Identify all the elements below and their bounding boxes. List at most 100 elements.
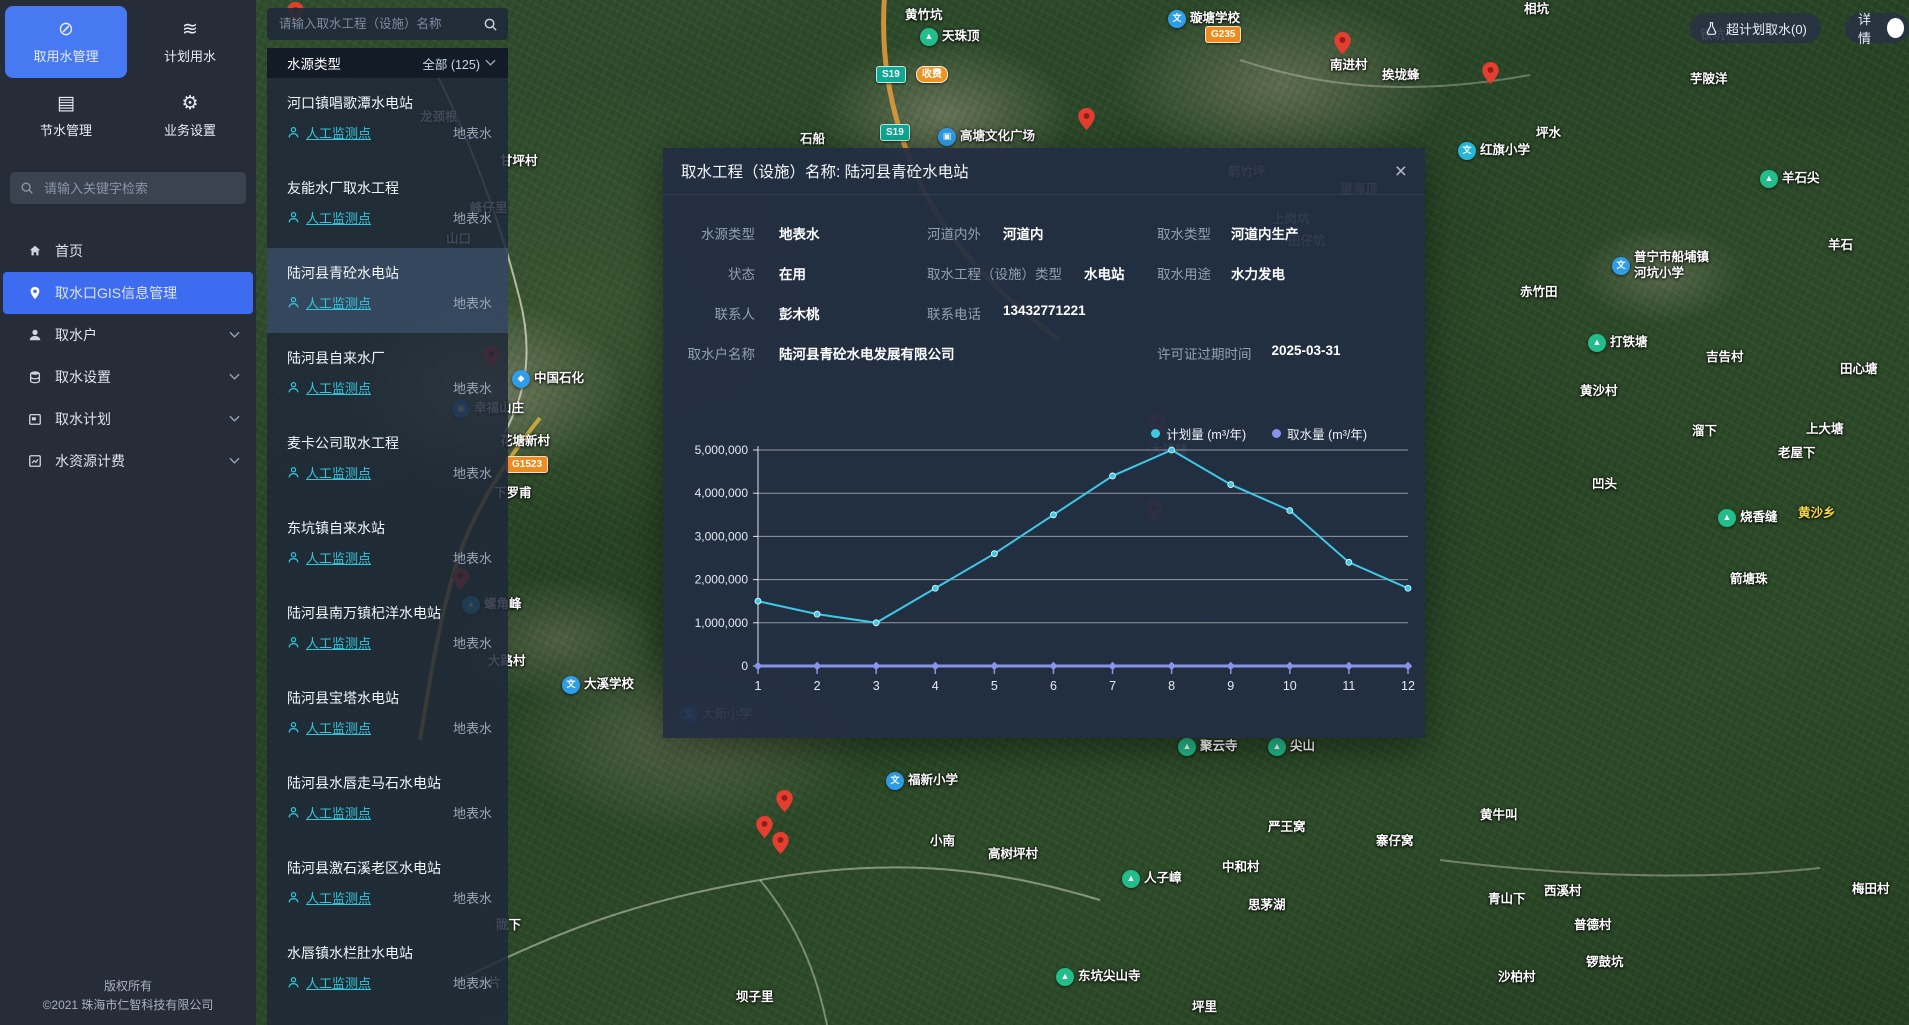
monitor-type-link[interactable]: 人工监测点 <box>306 463 371 482</box>
map-label-text: 普德村 <box>1574 918 1612 934</box>
monitor-type-link[interactable]: 人工监测点 <box>306 123 371 142</box>
school-icon: 文 <box>1612 257 1630 275</box>
sidebar: ⊘ 取用水管理 ≋计划用水▤节水管理⚙业务设置 首页取水口GIS信息管理取水户取水设… <box>0 0 256 1025</box>
station-list-item[interactable]: 陆河县南万镇杞洋水电站人工监测点地表水 <box>267 588 508 673</box>
module-tile-3[interactable]: ▤节水管理 <box>5 80 127 152</box>
sidebar-item-label: 取水计划 <box>55 409 111 429</box>
map-label: 坪水 <box>1536 126 1561 142</box>
water-source-type: 地表水 <box>453 548 494 567</box>
over-plan-alert-pill[interactable]: 超计划取水(0) <box>1690 13 1821 43</box>
field-label: 状态 <box>663 263 755 283</box>
monitor-type-link[interactable]: 人工监测点 <box>306 208 371 227</box>
map-label-text: 坪水 <box>1536 126 1561 142</box>
map-label: 文红旗小学 <box>1458 142 1530 160</box>
field-value: 河道内生产 <box>1231 223 1299 243</box>
monitor-type-link[interactable]: 人工监测点 <box>306 718 371 737</box>
sidebar-item-1[interactable]: 首页 <box>0 230 256 272</box>
map-label-text: 箭塘珠 <box>1730 572 1768 588</box>
monitor-type-link[interactable]: 人工监测点 <box>306 293 371 312</box>
monitor-type-link[interactable]: 人工监测点 <box>306 378 371 397</box>
calendar-icon <box>27 412 42 426</box>
red-pin-icon[interactable] <box>1334 32 1351 54</box>
map-label-text: 东坑尖山寺 <box>1078 969 1141 985</box>
chevron-down-icon <box>485 59 496 67</box>
station-name: 陆河县青砼水电站 <box>287 263 494 283</box>
field-value: 13432771221 <box>1003 303 1086 323</box>
red-pin-icon[interactable] <box>756 816 773 838</box>
source-type-filter[interactable]: 全部 (125) <box>422 54 496 73</box>
map-label: 挨垅蜂 <box>1382 68 1420 84</box>
station-list-item[interactable]: 陆河县宝塔水电站人工监测点地表水 <box>267 673 508 758</box>
school-icon: 文 <box>886 772 904 790</box>
filter-label: 水源类型 <box>287 53 341 73</box>
station-list-item[interactable]: 友能水厂取水工程人工监测点地表水 <box>267 163 508 248</box>
station-list-item[interactable]: 水唇镇水栏肚水电站人工监测点地表水 <box>267 928 508 1013</box>
map-label: 高树坪村 <box>988 847 1038 863</box>
person-monitor-icon <box>287 891 300 904</box>
station-list-item[interactable]: 陆河县激石溪老区水电站人工监测点地表水 <box>267 843 508 928</box>
station-list-item[interactable]: 陆河县水唇走马石水电站人工监测点地表水 <box>267 758 508 843</box>
station-list-item[interactable]: 麦卡公司取水工程人工监测点地表水 <box>267 418 508 503</box>
field-value: 2025-03-31 <box>1272 343 1341 363</box>
keyword-search-input[interactable] <box>42 180 236 197</box>
sidebar-item-3[interactable]: 取水户 <box>0 314 256 356</box>
map-label: ▲尖山 <box>1268 738 1315 756</box>
map-label-text: 普宁市船埔镇 河坑小学 <box>1634 250 1709 281</box>
red-pin-icon[interactable] <box>1078 108 1095 130</box>
monitor-type-link[interactable]: 人工监测点 <box>306 548 371 567</box>
dashboard-icon: ⊘ <box>58 20 74 39</box>
person-monitor-icon <box>287 466 300 479</box>
road-badge: 收费 <box>916 66 948 83</box>
map-label: ▲东坑尖山寺 <box>1056 968 1141 986</box>
person-monitor-icon <box>287 126 300 139</box>
legend-dot <box>1151 429 1160 438</box>
map-label-text: 西溪村 <box>1544 884 1582 900</box>
map-label-text: 璇塘学校 <box>1190 11 1240 27</box>
field-row: 状态在用取水工程（设施）类型水电站取水用途水力发电 <box>663 263 1425 303</box>
sidebar-item-4[interactable]: 取水设置 <box>0 356 256 398</box>
toggle-knob[interactable] <box>1887 18 1904 38</box>
module-tile-1[interactable]: ⊘ 取用水管理 <box>5 6 127 78</box>
sidebar-item-label: 取水户 <box>55 325 97 345</box>
station-list-item[interactable]: 陆河县青砼水电站人工监测点 地表水 <box>267 248 508 333</box>
sidebar-item-2[interactable]: 取水口GIS信息管理 <box>3 272 253 314</box>
monitor-type-link[interactable]: 人工监测点 <box>306 888 371 907</box>
keyword-search[interactable] <box>10 172 246 204</box>
field-label: 许可证过期时间 <box>1157 343 1252 363</box>
station-list-item[interactable]: 陆河县自来水厂人工监测点地表水 <box>267 333 508 418</box>
map-label-text: 凹头 <box>1592 477 1617 493</box>
user-icon <box>27 328 42 342</box>
water-source-type: 地表水 <box>453 293 494 312</box>
station-search[interactable] <box>267 8 508 40</box>
map-label-text: 大溪学校 <box>584 677 634 693</box>
sidebar-item-label: 水资源计费 <box>55 451 125 471</box>
sidebar-item-5[interactable]: 取水计划 <box>0 398 256 440</box>
station-detail-modal: 取水工程（设施）名称: 陆河县青砼水电站 × 水源类型地表水河道内外河道内取水类… <box>663 148 1425 738</box>
red-pin-icon[interactable] <box>1482 62 1499 84</box>
station-search-input[interactable] <box>277 16 477 32</box>
red-pin-icon[interactable] <box>772 832 789 854</box>
module-tile-4[interactable]: ⚙业务设置 <box>129 80 251 152</box>
module-tile-2[interactable]: ≋计划用水 <box>129 6 251 78</box>
station-list-item[interactable]: 河口镇唱歌潭水电站人工监测点地表水 <box>267 78 508 163</box>
mountain-icon: ▲ <box>1718 509 1736 527</box>
chevron-down-icon <box>229 457 240 465</box>
road-badge: S19 <box>880 124 910 141</box>
red-pin-icon[interactable] <box>776 790 793 812</box>
search-icon[interactable] <box>483 17 498 32</box>
map-label-text: 梅田村 <box>1852 882 1890 898</box>
sidebar-item-6[interactable]: 水资源计费 <box>0 440 256 482</box>
close-icon[interactable]: × <box>1395 161 1407 182</box>
modal-header: 取水工程（设施）名称: 陆河县青砼水电站 × <box>663 148 1425 195</box>
module-tile-label: 取用水管理 <box>33 46 98 65</box>
water-source-type: 地表水 <box>453 378 494 397</box>
modal-title: 取水工程（设施）名称: 陆河县青砼水电站 <box>681 160 969 182</box>
monitor-type-link[interactable]: 人工监测点 <box>306 633 371 652</box>
field-row: 联系人彭木桃联系电话13432771221 <box>663 303 1425 343</box>
monitor-type-link[interactable]: 人工监测点 <box>306 973 371 992</box>
map-label-text: 田心塘 <box>1840 362 1878 378</box>
station-list-item[interactable]: 东坑镇自来水站人工监测点地表水 <box>267 503 508 588</box>
detail-toggle[interactable]: 详情 <box>1845 13 1909 43</box>
svg-text:5,000,000: 5,000,000 <box>695 443 749 457</box>
monitor-type-link[interactable]: 人工监测点 <box>306 803 371 822</box>
